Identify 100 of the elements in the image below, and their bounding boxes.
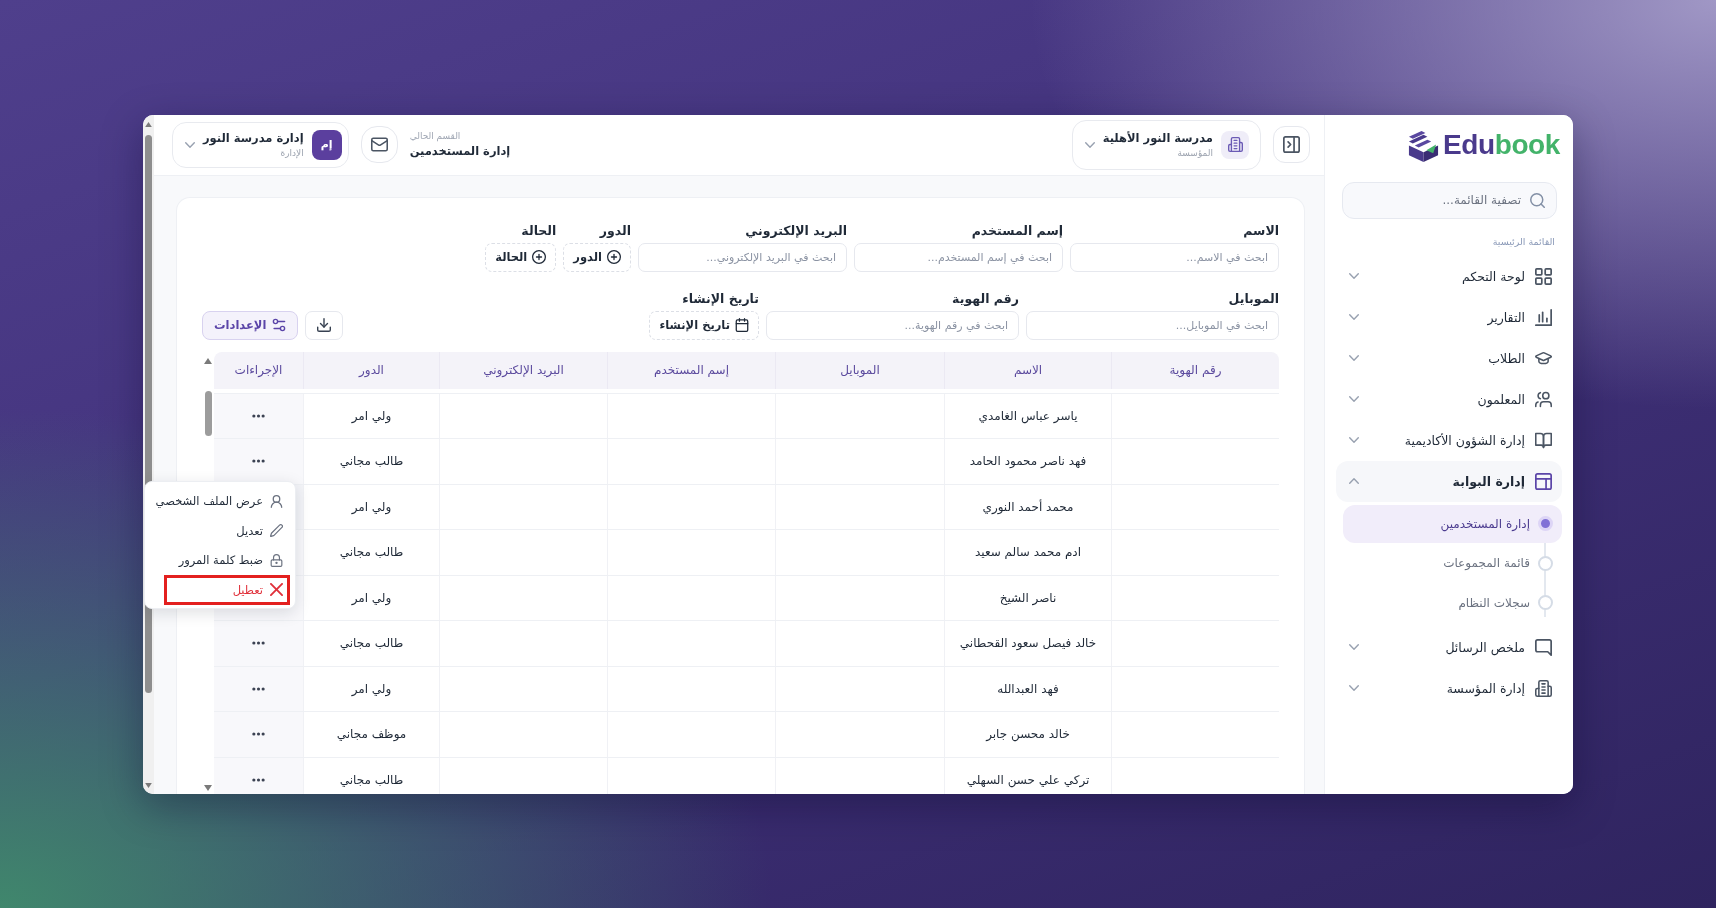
three-dots-icon[interactable] bbox=[252, 641, 265, 646]
ring-icon bbox=[1538, 555, 1553, 571]
section-caption: القسم الحالي bbox=[409, 131, 461, 141]
filter-label: إسم المستخدم bbox=[970, 221, 1063, 239]
chevron-down-icon bbox=[1084, 141, 1095, 148]
chevron-down-icon bbox=[1349, 685, 1359, 691]
x-icon bbox=[270, 583, 283, 597]
filter-field[interactable]: ابحث في إسم المستخدم... bbox=[854, 242, 1063, 272]
filter-label: رقم الهوية bbox=[951, 289, 1019, 307]
mail-button[interactable] bbox=[360, 126, 398, 163]
triangle-down-icon[interactable] bbox=[204, 784, 212, 791]
search-icon bbox=[1530, 192, 1545, 208]
triangle-up-icon[interactable] bbox=[204, 357, 212, 364]
person-icon bbox=[270, 494, 283, 508]
ring-icon bbox=[1538, 595, 1553, 610]
sidebar-item[interactable]: إدارة المؤسسة bbox=[1336, 667, 1562, 709]
graduation-cap-icon bbox=[1535, 349, 1552, 367]
sidebar-item[interactable]: لوحة التحكم bbox=[1336, 255, 1562, 297]
avatar: إم bbox=[311, 129, 342, 160]
sidebar-item[interactable]: إدارة الشؤون الأكاديمية bbox=[1336, 419, 1562, 461]
chevron-down-icon bbox=[1349, 355, 1359, 361]
bar-chart-icon bbox=[1535, 308, 1552, 326]
filter-button[interactable]: الدور bbox=[563, 242, 631, 272]
chevron-down-icon bbox=[1349, 644, 1359, 650]
table-cell: فهد العبدالله bbox=[944, 666, 1111, 711]
table-cell: فهد ناصر محمود الحامد bbox=[944, 439, 1111, 484]
panel-icon bbox=[1283, 136, 1300, 153]
three-dots-icon[interactable] bbox=[252, 732, 265, 737]
dot-icon bbox=[1538, 516, 1553, 531]
logo-text: Edubook bbox=[1443, 128, 1560, 162]
chevron-down-icon bbox=[1349, 437, 1359, 443]
scrollbar-thumb[interactable] bbox=[204, 390, 212, 436]
section-heading: القائمة الرئيسية bbox=[1491, 234, 1555, 248]
building-icon bbox=[1535, 679, 1552, 697]
account-selector[interactable]: إم إدارة مدرسة النور الإدارة bbox=[172, 121, 349, 168]
sidebar-toggle-button[interactable] bbox=[1273, 126, 1310, 163]
filter-label: الدور bbox=[598, 221, 631, 239]
plus-circle-icon bbox=[607, 250, 621, 264]
calendar-icon bbox=[735, 318, 749, 332]
sidebar-item[interactable]: الطلاب bbox=[1336, 337, 1562, 379]
column-header: إسم المستخدم bbox=[607, 351, 775, 389]
column-header: الموبايل bbox=[775, 351, 944, 389]
filter-label: تاريخ الإنشاء bbox=[681, 289, 759, 307]
download-button[interactable] bbox=[305, 310, 344, 340]
three-dots-icon[interactable] bbox=[252, 459, 265, 464]
sidebar-subitem[interactable]: قائمة المجموعات bbox=[1343, 544, 1562, 582]
chevron-down-icon bbox=[185, 141, 195, 148]
sidebar-item[interactable]: إدارة البوابة bbox=[1336, 460, 1562, 502]
open-book-icon bbox=[1535, 431, 1552, 449]
chevron-up-icon bbox=[1349, 478, 1359, 484]
triangle-up-icon[interactable] bbox=[145, 121, 152, 127]
table-cell: خالد فيصل سعود القحطاني bbox=[944, 621, 1111, 666]
logo-icon bbox=[1407, 128, 1440, 162]
chevron-down-icon bbox=[1349, 314, 1359, 320]
building-icon bbox=[1221, 130, 1249, 159]
settings-button[interactable]: الإعدادات bbox=[202, 310, 299, 340]
column-header: الاسم bbox=[944, 351, 1111, 389]
menu-item[interactable]: تعطيل bbox=[164, 575, 290, 605]
table-cell: ادم محمد سالم سعيد bbox=[944, 530, 1111, 575]
three-dots-icon[interactable] bbox=[252, 777, 265, 782]
menu-item[interactable]: ضبط كلمة المرور bbox=[150, 545, 290, 575]
sidebar-subitem[interactable]: سجلات النظام bbox=[1343, 583, 1562, 622]
sidebar-item[interactable]: المعلمون bbox=[1336, 378, 1562, 420]
table-cell: ياسر عباس الغامدي bbox=[944, 393, 1111, 438]
filter-label: الموبايل bbox=[1227, 289, 1279, 307]
section-title: إدارة المستخدمين bbox=[409, 144, 511, 158]
column-header: الدور bbox=[303, 351, 439, 389]
filter-label: الحالة bbox=[520, 221, 557, 239]
filter-button[interactable]: الحالة bbox=[485, 242, 557, 272]
sidebar-item[interactable]: التقارير bbox=[1336, 296, 1562, 338]
sidebar-item[interactable]: ملخص الرسائل bbox=[1336, 626, 1562, 668]
filter-field[interactable]: ابحث في الاسم... bbox=[1070, 242, 1279, 272]
search-field[interactable]: تصفية القائمة... bbox=[1342, 181, 1557, 219]
triangle-down-icon[interactable] bbox=[145, 782, 152, 788]
speech-bubble-icon bbox=[1535, 638, 1552, 656]
download-icon bbox=[317, 318, 332, 332]
pencil-icon bbox=[270, 524, 283, 538]
column-header: رقم الهوية bbox=[1111, 351, 1279, 389]
layout-icon bbox=[1535, 472, 1552, 490]
three-dots-icon[interactable] bbox=[252, 413, 265, 418]
menu-item[interactable]: تعديل bbox=[150, 516, 290, 546]
table-cell: ناصر الشيخ bbox=[944, 575, 1111, 620]
column-header: الإجراءات bbox=[233, 362, 284, 379]
plus-circle-icon bbox=[532, 250, 547, 264]
date-filter-button[interactable]: تاريخ الإنشاء bbox=[649, 310, 759, 340]
filter-field[interactable]: ابحث في رقم الهوية... bbox=[766, 310, 1019, 340]
filter-label: البريد الإلكتروني bbox=[744, 221, 847, 239]
chevron-down-icon bbox=[1349, 396, 1359, 402]
menu-item[interactable]: عرض الملف الشخصي bbox=[150, 486, 290, 516]
filter-label: الاسم bbox=[1242, 221, 1279, 239]
sliders-icon bbox=[272, 318, 287, 332]
table-cell: تركي علي حسن السهلي bbox=[944, 757, 1111, 794]
filter-field[interactable]: ابحث في الموبايل... bbox=[1026, 310, 1279, 340]
mail-icon bbox=[370, 136, 388, 153]
padlock-icon bbox=[270, 553, 283, 567]
institution-selector[interactable]: مدرسة النور الأهلية المؤسسة bbox=[1071, 119, 1261, 170]
filter-field[interactable]: ابحث في البريد الإلكتروني... bbox=[638, 242, 847, 272]
sidebar-subitem[interactable]: إدارة المستخدمين bbox=[1343, 504, 1562, 543]
three-dots-icon[interactable] bbox=[252, 686, 265, 691]
table-cell: محمد أحمد النوري bbox=[944, 484, 1111, 529]
